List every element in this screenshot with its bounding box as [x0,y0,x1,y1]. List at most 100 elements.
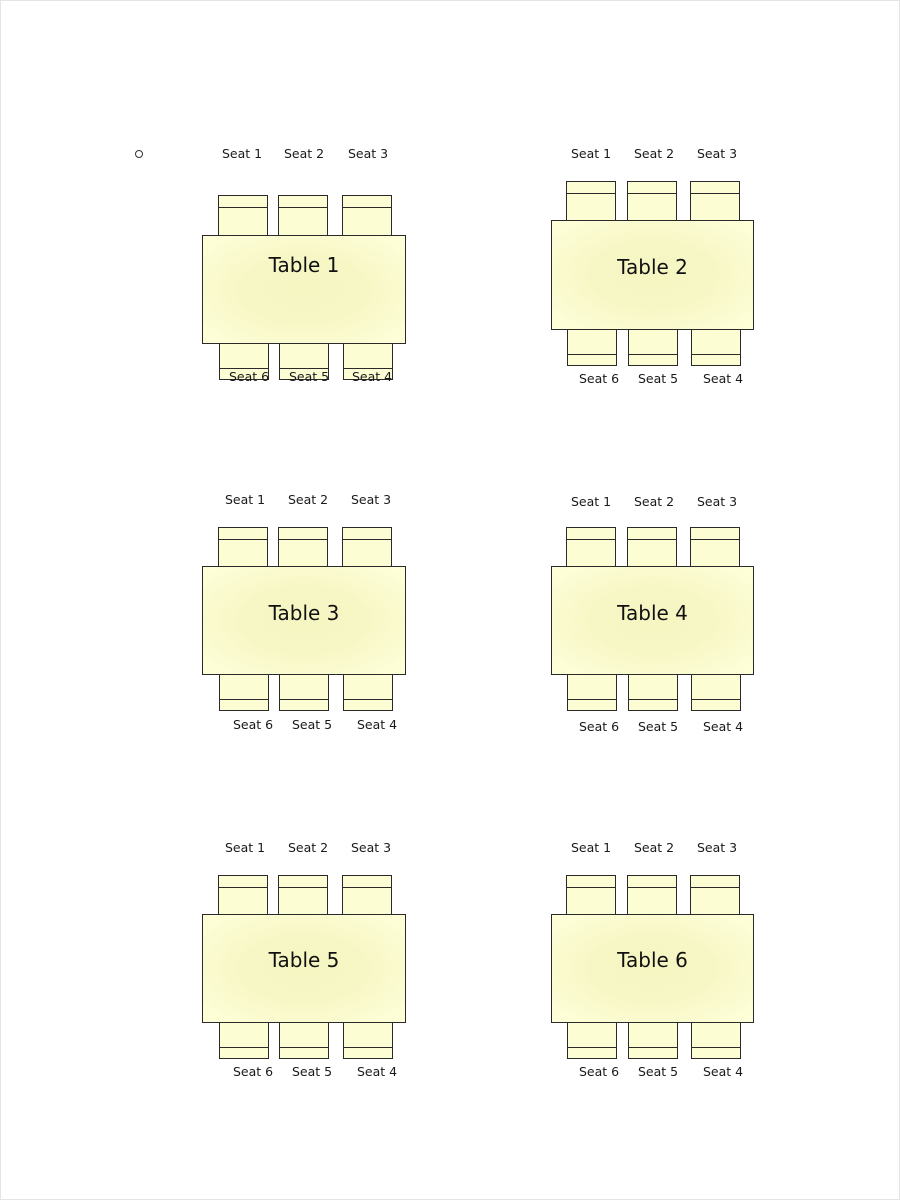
chair-bottom-2 [628,1022,678,1059]
seat-label: Seat 3 [696,494,738,509]
seat-label: Seat 3 [696,146,738,161]
seat-label: Seat 6 [232,717,274,732]
chair-top-1 [566,875,616,915]
table-2: Table 2 [551,220,754,330]
chair-top-3 [342,875,392,915]
chair-back-line [691,887,739,888]
seat-label: Seat 4 [351,369,393,384]
seat-label: Seat 3 [696,840,738,855]
chair-back-line [220,699,268,700]
chair-top-2 [627,875,677,915]
chair-back-line [691,539,739,540]
seat-label: Seat 1 [570,840,612,855]
seat-label: Seat 2 [283,146,325,161]
chair-bottom-3 [343,674,393,711]
chair-back-line [692,354,740,355]
seat-label: Seat 6 [578,1064,620,1079]
table-label: Table 5 [268,948,340,972]
chair-back-line [567,887,615,888]
chair-back-line [219,539,267,540]
chair-back-line [343,887,391,888]
chair-bottom-2 [628,329,678,366]
table-3: Table 3 [202,566,406,675]
table-label: Table 3 [268,601,340,625]
seat-label: Seat 6 [578,719,620,734]
seat-label: Seat 3 [350,492,392,507]
seat-label: Seat 5 [637,1064,679,1079]
circle-bullet-icon [135,150,143,158]
seat-label: Seat 2 [633,494,675,509]
chair-bottom-1 [567,674,617,711]
seat-label: Seat 4 [356,1064,398,1079]
chair-back-line [279,207,327,208]
seat-label: Seat 6 [232,1064,274,1079]
seat-label: Seat 1 [224,840,266,855]
chair-back-line [691,193,739,194]
seat-label: Seat 1 [570,494,612,509]
chair-back-line [344,1047,392,1048]
seat-label: Seat 2 [633,146,675,161]
chair-back-line [279,539,327,540]
chair-back-line [567,193,615,194]
chair-back-line [280,699,328,700]
chair-back-line [568,354,616,355]
chair-back-line [343,539,391,540]
seat-label: Seat 3 [347,146,389,161]
chair-top-1 [566,527,616,567]
chair-back-line [628,539,676,540]
chair-top-1 [566,181,616,221]
seat-label: Seat 5 [637,371,679,386]
chair-bottom-3 [691,674,741,711]
chair-back-line [343,207,391,208]
chair-back-line [220,1047,268,1048]
chair-back-line [628,887,676,888]
chair-top-2 [627,181,677,221]
chair-bottom-2 [279,674,329,711]
chair-back-line [567,539,615,540]
seat-label: Seat 5 [637,719,679,734]
seat-label: Seat 2 [287,492,329,507]
seat-label: Seat 4 [702,1064,744,1079]
chair-top-3 [342,195,392,236]
seat-label: Seat 5 [291,717,333,732]
chair-bottom-3 [691,1022,741,1059]
chair-back-line [219,887,267,888]
table-6: Table 6 [551,914,754,1023]
seat-label: Seat 1 [570,146,612,161]
chair-top-1 [218,527,268,567]
seat-label: Seat 6 [228,369,270,384]
chair-top-3 [342,527,392,567]
table-1: Table 1 [202,235,406,344]
seat-label: Seat 6 [578,371,620,386]
chair-back-line [280,1047,328,1048]
chair-bottom-1 [219,1022,269,1059]
seat-label: Seat 2 [633,840,675,855]
chair-bottom-2 [628,674,678,711]
chair-back-line [692,699,740,700]
chair-back-line [344,699,392,700]
chair-back-line [629,699,677,700]
seat-label: Seat 4 [702,371,744,386]
chair-bottom-3 [343,1022,393,1059]
chair-back-line [628,193,676,194]
chair-back-line [629,354,677,355]
seat-label: Seat 1 [224,492,266,507]
chair-back-line [692,1047,740,1048]
chair-bottom-1 [567,329,617,366]
table-5: Table 5 [202,914,406,1023]
chair-bottom-1 [567,1022,617,1059]
chair-bottom-2 [279,1022,329,1059]
table-label: Table 6 [617,948,688,972]
chair-top-1 [218,875,268,915]
chair-top-3 [690,181,740,221]
chair-back-line [629,1047,677,1048]
seat-label: Seat 2 [287,840,329,855]
table-label: Table 2 [617,255,688,279]
chair-top-2 [278,527,328,567]
seat-label: Seat 3 [350,840,392,855]
chair-bottom-3 [691,329,741,366]
seat-label: Seat 1 [221,146,263,161]
table-label: Table 4 [617,601,688,625]
chair-back-line [568,699,616,700]
table-label: Table 1 [268,253,340,277]
